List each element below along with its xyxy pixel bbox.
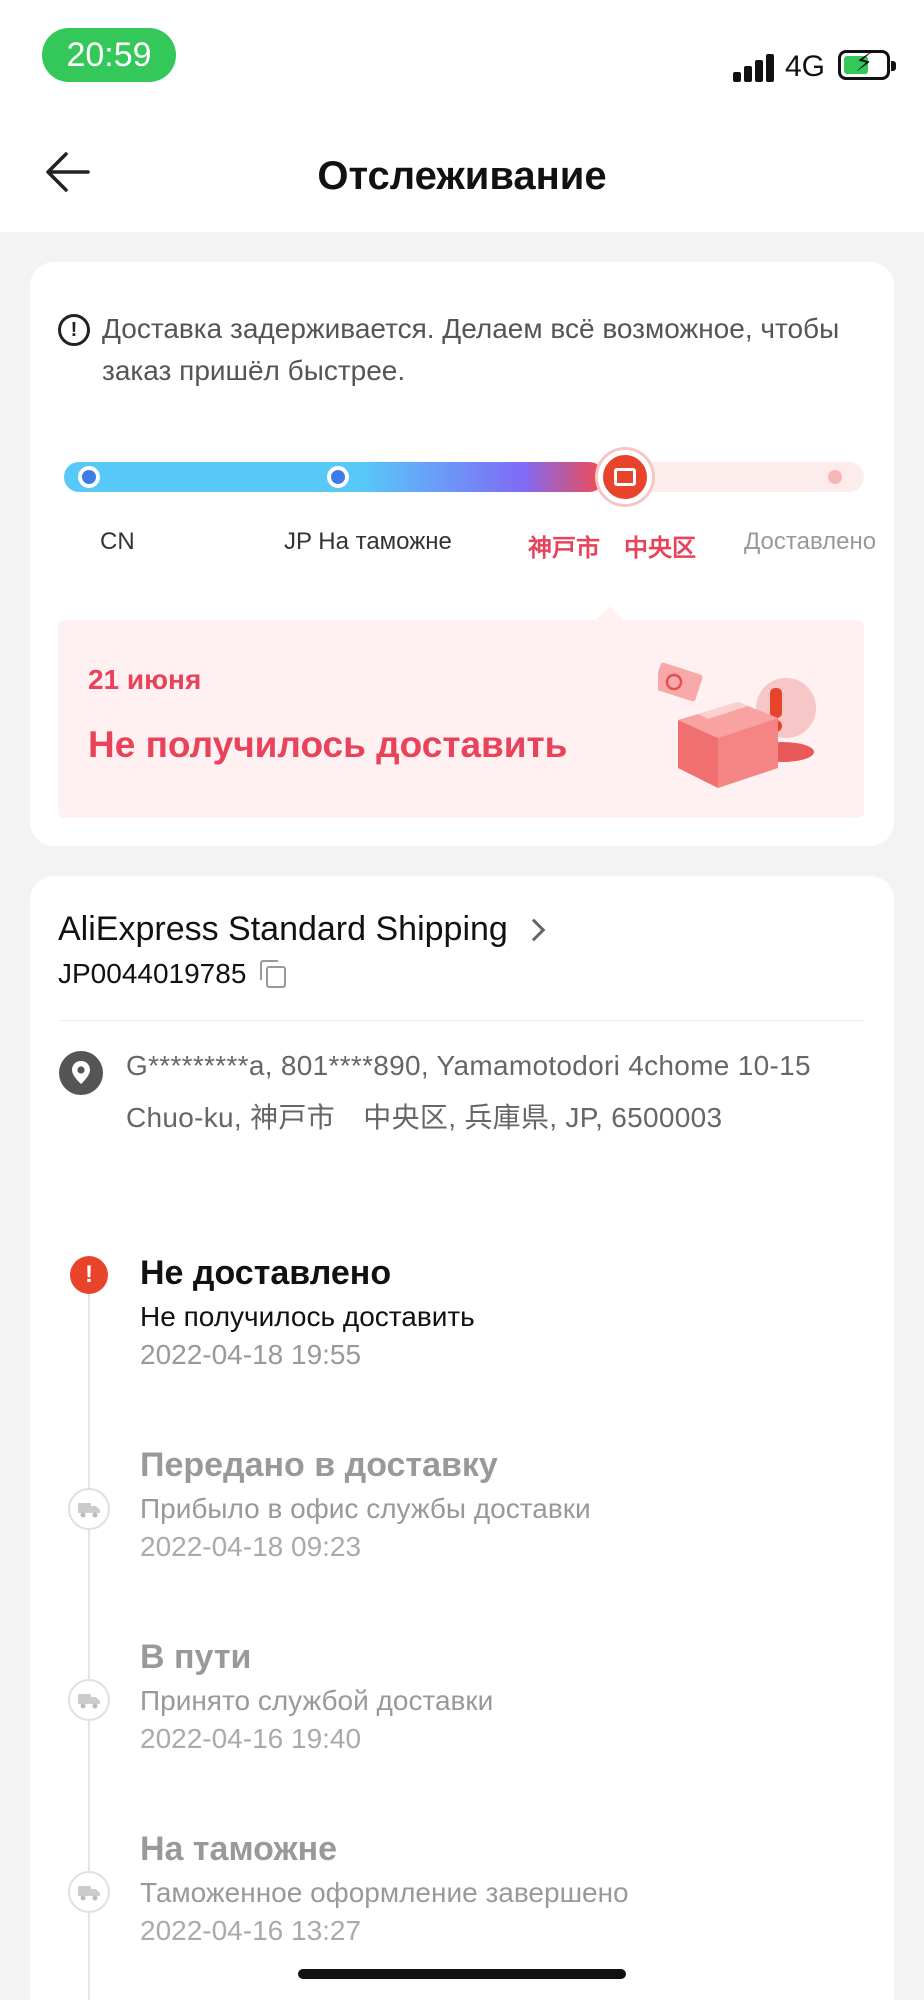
delay-notice-text: Доставка задерживается. Делаем всё возмо… bbox=[102, 313, 840, 386]
timeline-event: На таможне Таможенное оформление заверше… bbox=[140, 1830, 629, 1947]
info-icon: ! bbox=[58, 314, 90, 346]
event-time: 2022-04-18 19:55 bbox=[140, 1339, 362, 1370]
tracking-summary-card: ! Доставка задерживается. Делаем всё воз… bbox=[30, 262, 894, 846]
package-illustration-icon bbox=[658, 662, 816, 788]
event-time: 2022-04-16 19:40 bbox=[140, 1723, 362, 1754]
delay-notice: ! Доставка задерживается. Делаем всё воз… bbox=[58, 308, 864, 392]
stage-label-customs: JP На таможне bbox=[284, 528, 452, 555]
event-description: Не получилось доставить bbox=[140, 1301, 475, 1332]
event-description: Прибыло в офис службы доставки bbox=[140, 1493, 591, 1524]
stage-dot-delivered bbox=[824, 466, 846, 488]
event-description: Принято службой доставки bbox=[140, 1685, 494, 1716]
package-icon bbox=[614, 468, 636, 486]
timeline-event: Не доставлено Не получилось доставить 20… bbox=[140, 1254, 475, 1371]
stage-dot-customs bbox=[327, 466, 349, 488]
page-title: Отслеживание bbox=[317, 154, 607, 198]
chevron-right-icon bbox=[522, 918, 546, 941]
timeline-event: В пути Принято службой доставки 2022-04-… bbox=[140, 1638, 493, 1755]
event-title: Не доставлено bbox=[140, 1254, 392, 1292]
truck-icon bbox=[68, 1488, 110, 1530]
event-description: Таможенное оформление завершено bbox=[140, 1877, 629, 1908]
carrier-link[interactable]: AliExpress Standard Shipping bbox=[58, 910, 546, 949]
status-time: 20:59 bbox=[42, 28, 176, 82]
shipping-progress-bar: CN JP На таможне 神戸市 中央区 Доставлено bbox=[64, 450, 876, 562]
header: Отслеживание bbox=[0, 110, 924, 232]
alert-icon: ! bbox=[70, 1256, 108, 1294]
delivery-address: G*********a, 801****890, Yamamotodori 4c… bbox=[58, 1050, 834, 1144]
home-indicator[interactable] bbox=[298, 1969, 626, 1979]
event-title: В пути bbox=[140, 1638, 252, 1676]
stage-dot-current bbox=[598, 450, 652, 504]
tracking-number-row: JP0044019785 bbox=[58, 958, 287, 990]
timeline-event: Передано в доставку Прибыло в офис служб… bbox=[140, 1446, 591, 1563]
stage-label-cn: CN bbox=[100, 528, 135, 555]
event-title: На таможне bbox=[140, 1830, 338, 1868]
status-bar: 20:59 4G ⚡ bbox=[0, 0, 924, 110]
network-type: 4G bbox=[785, 50, 826, 83]
shipment-details-card: AliExpress Standard Shipping JP004401978… bbox=[30, 876, 894, 2000]
address-text: G*********a, 801****890, Yamamotodori 4c… bbox=[126, 1050, 811, 1133]
stage-label-delivered: Доставлено bbox=[744, 528, 877, 555]
event-title: Передано в доставку bbox=[140, 1446, 498, 1484]
copy-icon[interactable] bbox=[260, 960, 287, 988]
event-time: 2022-04-16 13:27 bbox=[140, 1915, 362, 1946]
status-date: 21 июня bbox=[88, 664, 202, 695]
divider bbox=[58, 1020, 864, 1021]
stage-dot-cn bbox=[78, 466, 100, 488]
status-title: Не получилось доставить bbox=[88, 724, 568, 765]
status-box: 21 июня Не получилось доставить bbox=[58, 606, 864, 818]
battery-icon: ⚡ bbox=[838, 49, 896, 80]
tracking-number: JP0044019785 bbox=[58, 958, 247, 989]
truck-icon bbox=[68, 1679, 110, 1721]
truck-icon bbox=[68, 1871, 110, 1913]
stage-label-current: 神戸市 中央区 bbox=[528, 535, 696, 562]
carrier-name: AliExpress Standard Shipping bbox=[58, 910, 508, 948]
signal-icon bbox=[733, 52, 777, 82]
event-time: 2022-04-18 09:23 bbox=[140, 1531, 362, 1562]
location-pin-icon bbox=[59, 1051, 103, 1095]
